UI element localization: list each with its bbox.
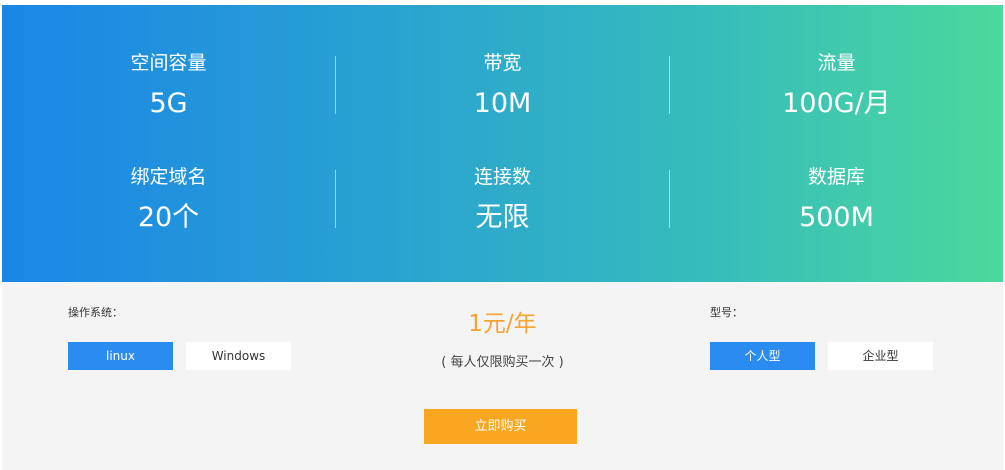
stat-traffic: 流量 100G/月 [670, 51, 1003, 121]
stat-storage: 空间容量 5G [2, 51, 335, 121]
stat-value: 100G/月 [782, 88, 891, 119]
stat-bandwidth: 带宽 10M [336, 51, 669, 121]
stat-label: 流量 [817, 52, 856, 74]
stat-label: 绑定域名 [130, 166, 207, 188]
stat-label: 数据库 [807, 166, 865, 188]
price-amount: 1元/年 [468, 311, 537, 337]
stat-value: 500M [799, 202, 874, 233]
stat-value: 10M [473, 88, 532, 119]
stat-value: 5G [149, 88, 188, 119]
stat-domains: 绑定域名 20个 [2, 165, 335, 235]
stat-label: 空间容量 [130, 52, 207, 74]
buy-now-button[interactable]: 立即购买 [424, 409, 577, 444]
stat-label: 连接数 [473, 166, 531, 188]
stat-connections: 连接数 无限 [336, 165, 669, 235]
spec-banner: 空间容量 5G 带宽 10M 流量 100G/月 绑定域名 20个 连接数 无限… [2, 5, 1003, 282]
stat-value: 20个 [137, 202, 200, 233]
model-option-enterprise[interactable]: 企业型 [828, 342, 933, 370]
product-card: 空间容量 5G 带宽 10M 流量 100G/月 绑定域名 20个 连接数 无限… [2, 5, 1003, 470]
model-label: 型号： [710, 306, 743, 319]
model-option-personal[interactable]: 个人型 [710, 342, 815, 370]
stat-label: 带宽 [483, 52, 522, 74]
stat-database: 数据库 500M [670, 165, 1003, 235]
stat-value: 无限 [475, 202, 530, 233]
